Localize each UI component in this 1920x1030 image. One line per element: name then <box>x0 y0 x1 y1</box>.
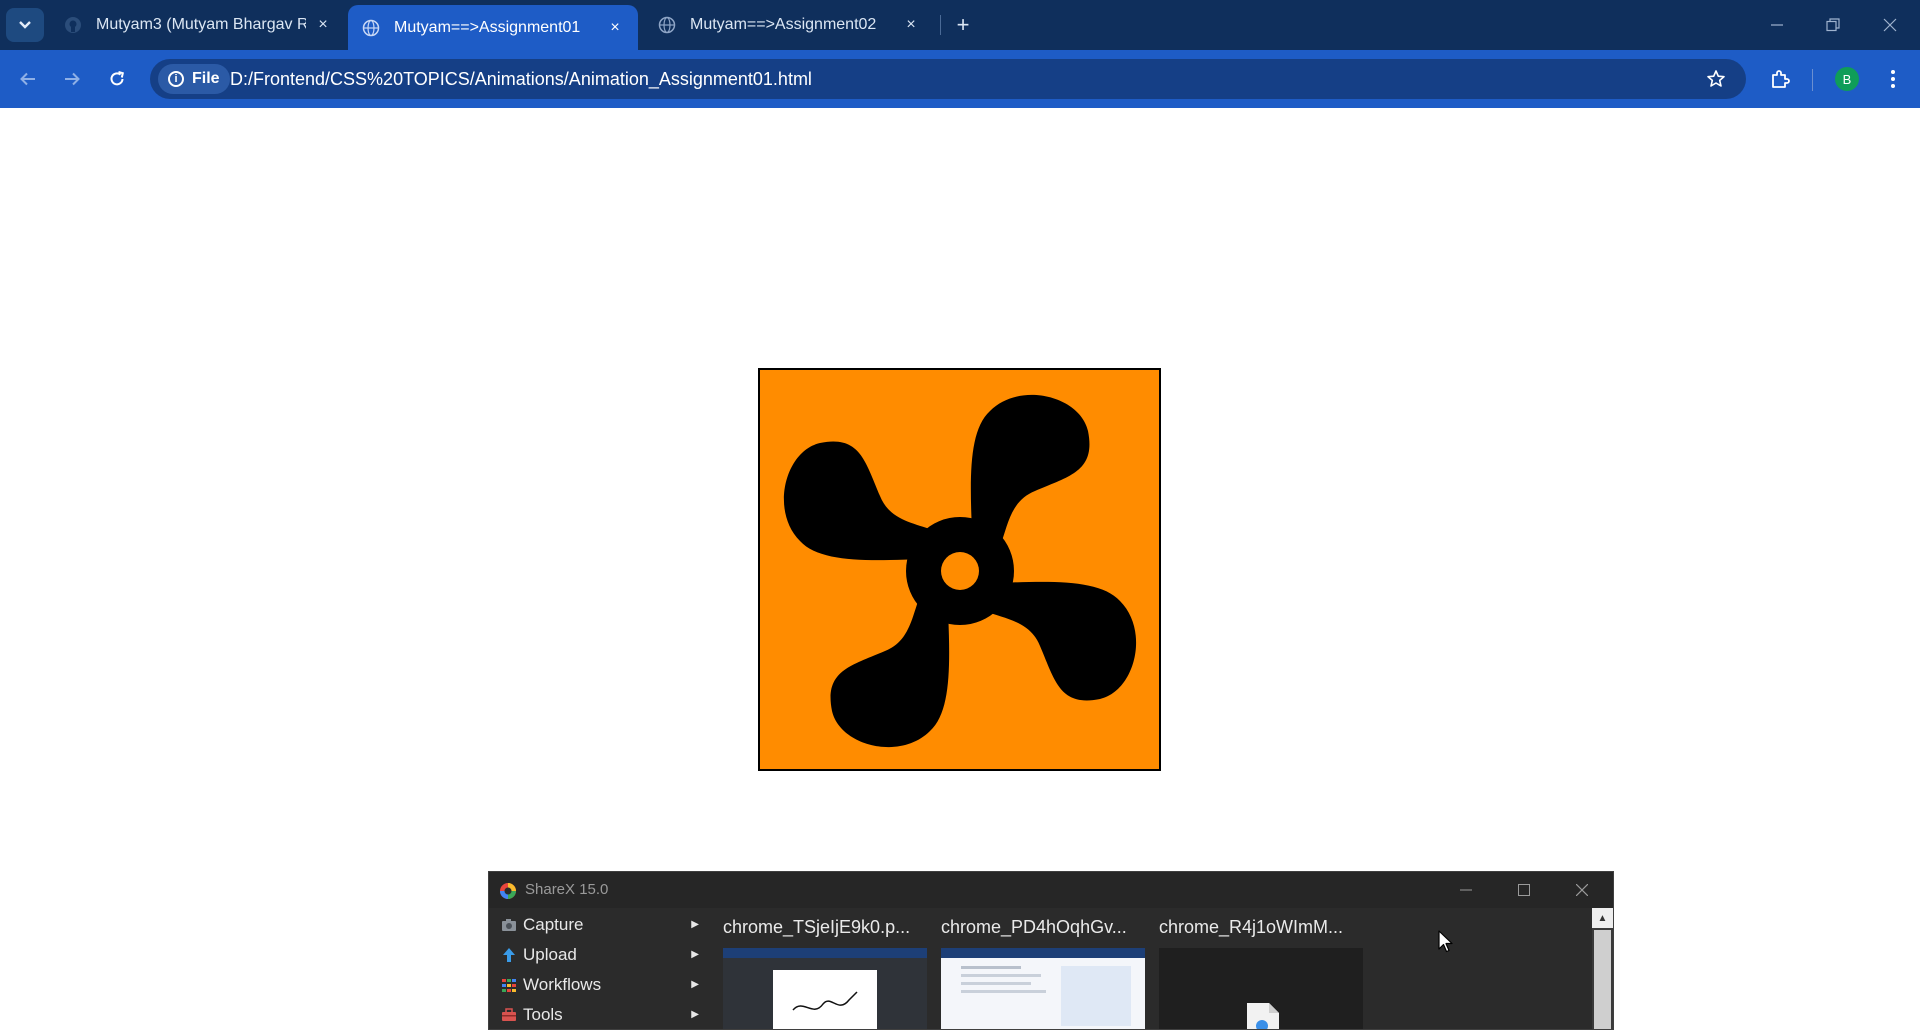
menu-item-workflows[interactable]: Workflows ▶ <box>489 970 707 1000</box>
menu-button[interactable] <box>1875 61 1911 97</box>
browser-toolbar: i File D:/Frontend/CSS%20TOPICS/Animatio… <box>0 50 1920 108</box>
scrollbar-thumb[interactable] <box>1594 930 1611 1029</box>
bookmark-star-button[interactable] <box>1698 61 1734 97</box>
minimize-icon <box>1771 24 1783 26</box>
close-icon[interactable]: × <box>606 19 624 37</box>
forward-arrow-icon <box>65 72 80 86</box>
avatar: B <box>1835 67 1859 91</box>
menu-item-capture[interactable]: Capture ▶ <box>489 910 707 940</box>
new-tab-button[interactable]: + <box>948 10 978 40</box>
github-icon <box>65 17 81 33</box>
signature-screenshot-preview <box>723 948 927 1029</box>
thumbnail-image <box>941 948 1145 1029</box>
submenu-arrow-icon: ▶ <box>691 919 699 930</box>
tab-separator <box>940 15 941 35</box>
browser-tabstrip: Mutyam3 (Mutyam Bhargav Re × Mutyam==>As… <box>0 0 1920 50</box>
menu-item-upload[interactable]: Upload ▶ <box>489 940 707 970</box>
profile-button[interactable]: B <box>1829 61 1865 97</box>
address-bar[interactable]: i File D:/Frontend/CSS%20TOPICS/Animatio… <box>150 59 1746 99</box>
sharex-menu: Capture ▶ Upload ▶ Workflows ▶ Tools ▶ <box>489 910 707 1029</box>
thumbnail-image <box>723 948 927 1029</box>
url-text[interactable]: D:/Frontend/CSS%20TOPICS/Animations/Anim… <box>230 59 812 99</box>
back-arrow-icon <box>20 72 35 86</box>
reload-button[interactable] <box>99 61 135 97</box>
sharex-titlebar[interactable]: ShareX 15.0 <box>489 872 1613 908</box>
extensions-button[interactable] <box>1762 61 1798 97</box>
grid-icon <box>502 979 516 992</box>
submenu-arrow-icon: ▶ <box>691 949 699 960</box>
menu-item-label: Workflows <box>523 975 602 994</box>
tab-assignment01[interactable]: Mutyam==>Assignment01 × <box>348 5 638 50</box>
minimize-icon <box>1460 889 1472 891</box>
restore-button[interactable] <box>1805 0 1861 50</box>
thumbnail-image <box>1159 948 1363 1029</box>
sharex-maximize-button[interactable] <box>1495 872 1553 908</box>
history-thumbnail[interactable]: chrome_PD4hOqhGv... <box>941 910 1145 1029</box>
submenu-arrow-icon: ▶ <box>691 979 699 990</box>
scroll-up-icon[interactable]: ▲ <box>1592 908 1613 928</box>
site-info-label: File <box>192 70 220 87</box>
image-file-icon <box>1159 948 1363 1029</box>
thumbnail-caption: chrome_TSjeIjE9k0.p... <box>723 917 911 937</box>
kebab-menu-icon <box>1891 70 1895 88</box>
globe-icon <box>658 16 676 34</box>
forward-button[interactable] <box>54 61 90 97</box>
camera-icon <box>502 919 516 931</box>
globe-icon <box>362 19 380 36</box>
tab-title: Mutyam3 (Mutyam Bhargav Re <box>96 16 306 33</box>
tab-assignment02[interactable]: Mutyam==>Assignment02 × <box>644 5 934 45</box>
restore-icon <box>1826 18 1840 32</box>
mouse-cursor-icon <box>1438 930 1453 953</box>
maximize-icon <box>1518 884 1530 896</box>
menu-item-label: Upload <box>523 945 577 964</box>
upload-arrow-icon <box>503 948 515 962</box>
tab-mutyam3[interactable]: Mutyam3 (Mutyam Bhargav Re × <box>50 5 346 45</box>
document-screenshot-preview <box>941 948 1145 1029</box>
sharex-logo-icon <box>500 883 516 899</box>
submenu-arrow-icon: ▶ <box>691 1009 699 1020</box>
close-icon <box>1576 884 1588 896</box>
history-thumbnail[interactable]: chrome_R4j1oWImM... <box>1159 910 1363 1029</box>
tab-title: Mutyam==>Assignment02 <box>690 16 877 33</box>
close-icon[interactable]: × <box>902 16 920 34</box>
star-icon <box>1707 70 1725 87</box>
sharex-scrollbar[interactable]: ▲ <box>1592 908 1613 1029</box>
menu-item-tools[interactable]: Tools ▶ <box>489 1000 707 1029</box>
menu-item-label: Tools <box>523 1005 563 1024</box>
sharex-minimize-button[interactable] <box>1437 872 1495 908</box>
site-info-chip[interactable]: i File <box>158 64 230 94</box>
close-icon <box>1883 18 1897 32</box>
fan-animation-box <box>758 368 1161 771</box>
thumbnail-caption: chrome_R4j1oWImM... <box>1159 917 1344 937</box>
sharex-close-button[interactable] <box>1553 872 1611 908</box>
puzzle-icon <box>1772 70 1790 88</box>
back-button[interactable] <box>10 61 46 97</box>
toolbar-separator <box>1812 69 1813 91</box>
chevron-down-icon <box>19 21 31 29</box>
sharex-title: ShareX 15.0 <box>525 881 609 898</box>
menu-item-label: Capture <box>523 915 584 934</box>
history-thumbnail[interactable]: chrome_TSjeIjE9k0.p... <box>723 910 927 1029</box>
minimize-button[interactable] <box>1749 0 1805 50</box>
tab-title: Mutyam==>Assignment01 <box>394 18 581 36</box>
window-close-button[interactable] <box>1862 0 1918 50</box>
thumbnail-caption: chrome_PD4hOqhGv... <box>941 917 1127 937</box>
reload-icon <box>110 71 124 86</box>
tab-search-button[interactable] <box>6 8 44 42</box>
toolbox-icon <box>502 1008 516 1021</box>
info-icon: i <box>168 71 184 87</box>
close-icon[interactable]: × <box>314 16 332 34</box>
fan-icon <box>783 394 1137 748</box>
